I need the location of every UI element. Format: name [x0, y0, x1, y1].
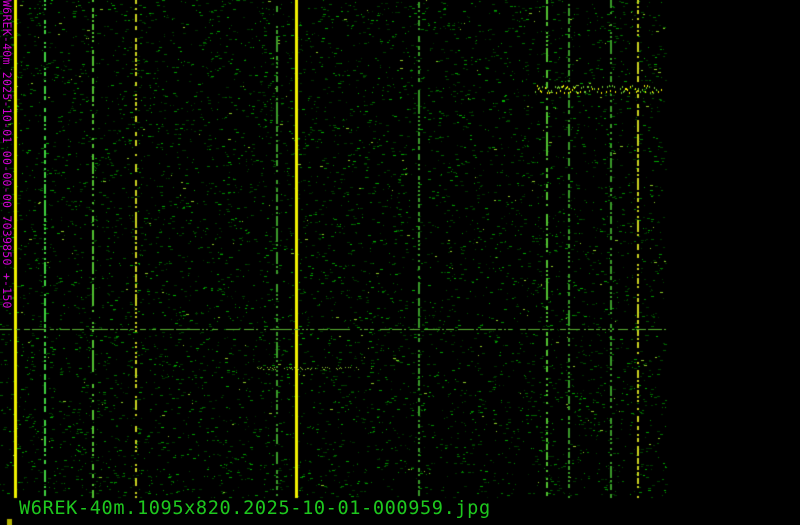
- side-label-text: W6REK-40m 2025-10-01 00-00-00 7039850 +-…: [0, 0, 14, 309]
- filename-caption: W6REK-40m.1095x820.2025-10-01-000959.jpg: [19, 498, 491, 519]
- side-label: W6REK-40m 2025-10-01 00-00-00 7039850 +-…: [0, 0, 14, 380]
- waterfall-view: W6REK-40m 2025-10-01 00-00-00 7039850 +-…: [0, 0, 800, 525]
- spectrogram-waterfall: [0, 0, 800, 525]
